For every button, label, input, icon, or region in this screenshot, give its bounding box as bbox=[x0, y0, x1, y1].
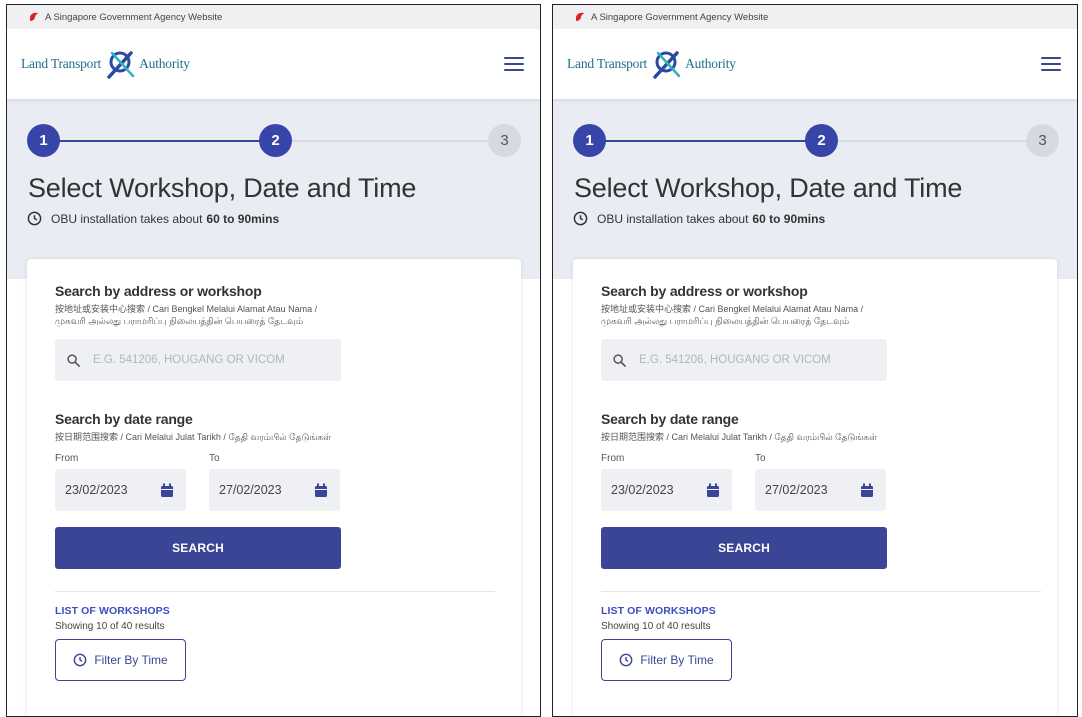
duration-note: OBU installation takes about 60 to 90min… bbox=[573, 211, 1077, 226]
clock-icon bbox=[573, 211, 588, 226]
clock-icon bbox=[619, 653, 633, 667]
step-connector-pending bbox=[275, 140, 505, 142]
address-search-subtitle: 按地址或安装中心搜索 / Cari Bengkel Melalui Alamat… bbox=[601, 304, 864, 326]
gov-banner-text: A Singapore Government Agency Website bbox=[591, 11, 769, 23]
date-row: 23/02/2023 27/02/2023 bbox=[55, 469, 493, 511]
from-date-value: 23/02/2023 bbox=[65, 483, 128, 497]
search-icon bbox=[613, 353, 626, 367]
date-labels: From To bbox=[55, 453, 493, 464]
to-label: To bbox=[755, 453, 766, 464]
lta-logo[interactable]: Land Transport Authority bbox=[21, 49, 190, 79]
to-date-value: 27/02/2023 bbox=[765, 483, 828, 497]
logo-text-left: Land Transport bbox=[21, 56, 102, 71]
lta-ribbon-icon bbox=[107, 51, 135, 79]
step-connector-complete bbox=[589, 140, 821, 142]
step-connector-complete bbox=[43, 140, 275, 142]
from-date-value: 23/02/2023 bbox=[611, 483, 674, 497]
site-header: Land Transport Authority bbox=[553, 29, 1077, 99]
lta-ribbon-icon bbox=[653, 51, 681, 79]
gov-banner: A Singapore Government Agency Website bbox=[7, 5, 540, 29]
hamburger-menu-icon[interactable] bbox=[504, 55, 524, 73]
duration-prefix: OBU installation takes about bbox=[51, 211, 203, 226]
date-search-subtitle: 按日期范围搜索 / Cari Melalui Julat Tarikh / தே… bbox=[55, 432, 332, 442]
logo-text-left: Land Transport bbox=[567, 56, 648, 71]
divider bbox=[55, 591, 495, 592]
duration-value: 60 to 90mins bbox=[206, 211, 280, 226]
divider bbox=[601, 591, 1041, 592]
search-icon bbox=[67, 353, 80, 367]
date-range-section: Search by date range 按日期范围搜索 / Cari Mela… bbox=[601, 411, 1029, 511]
from-label: From bbox=[601, 453, 625, 464]
clock-icon bbox=[73, 653, 87, 667]
to-date-field[interactable]: 27/02/2023 bbox=[755, 469, 886, 511]
from-date-field[interactable]: 23/02/2023 bbox=[601, 469, 732, 511]
calendar-icon bbox=[707, 483, 719, 497]
address-search-box[interactable] bbox=[601, 339, 887, 381]
gov-banner-text: A Singapore Government Agency Website bbox=[45, 11, 223, 23]
address-search-title: Search by address or workshop bbox=[55, 283, 262, 299]
hero-section: 1 2 3 Select Workshop, Date and Time OBU… bbox=[7, 99, 540, 279]
search-button[interactable]: SEARCH bbox=[55, 527, 341, 569]
search-card: Search by address or workshop 按地址或安装中心搜索… bbox=[573, 259, 1057, 716]
step-1: 1 bbox=[27, 124, 60, 157]
progress-stepper: 1 2 3 bbox=[573, 121, 1059, 161]
phone-screen-left: A Singapore Government Agency Website La… bbox=[6, 4, 541, 717]
lion-head-icon bbox=[575, 12, 585, 22]
date-search-title: Search by date range bbox=[55, 411, 193, 427]
search-button[interactable]: SEARCH bbox=[601, 527, 887, 569]
filter-by-time-button[interactable]: Filter By Time bbox=[601, 639, 732, 681]
calendar-icon bbox=[161, 483, 173, 497]
results-count: Showing 10 of 40 results bbox=[601, 621, 711, 632]
filter-by-time-label: Filter By Time bbox=[640, 653, 714, 667]
lion-head-icon bbox=[29, 12, 39, 22]
calendar-icon bbox=[315, 483, 327, 497]
date-search-subtitle: 按日期范围搜索 / Cari Melalui Julat Tarikh / தே… bbox=[601, 432, 878, 442]
date-range-section: Search by date range 按日期范围搜索 / Cari Mela… bbox=[55, 411, 493, 511]
site-header: Land Transport Authority bbox=[7, 29, 540, 99]
calendar-icon bbox=[861, 483, 873, 497]
from-date-field[interactable]: 23/02/2023 bbox=[55, 469, 186, 511]
to-label: To bbox=[209, 453, 220, 464]
logo-text-right: Authority bbox=[685, 56, 736, 71]
lta-logo[interactable]: Land Transport Authority bbox=[567, 49, 736, 79]
step-3: 3 bbox=[488, 124, 521, 157]
from-label: From bbox=[55, 453, 79, 464]
step-2: 2 bbox=[805, 124, 838, 157]
address-search-input[interactable] bbox=[639, 354, 859, 366]
hamburger-menu-icon[interactable] bbox=[1041, 55, 1061, 73]
step-2: 2 bbox=[259, 124, 292, 157]
duration-value: 60 to 90mins bbox=[752, 211, 826, 226]
clock-icon bbox=[27, 211, 42, 226]
duration-note: OBU installation takes about 60 to 90min… bbox=[27, 211, 540, 226]
workshops-list-title: LIST OF WORKSHOPS bbox=[55, 605, 170, 617]
step-1: 1 bbox=[573, 124, 606, 157]
hero-section: 1 2 3 Select Workshop, Date and Time OBU… bbox=[553, 99, 1077, 279]
phone-screen-right: A Singapore Government Agency Website La… bbox=[552, 4, 1078, 717]
date-labels: From To bbox=[601, 453, 1029, 464]
page-title: Select Workshop, Date and Time bbox=[574, 173, 963, 203]
address-search-box[interactable] bbox=[55, 339, 341, 381]
address-search-title: Search by address or workshop bbox=[601, 283, 808, 299]
filter-by-time-label: Filter By Time bbox=[94, 653, 168, 667]
progress-stepper: 1 2 3 bbox=[27, 121, 521, 161]
page-title: Select Workshop, Date and Time bbox=[28, 173, 417, 203]
filter-by-time-button[interactable]: Filter By Time bbox=[55, 639, 186, 681]
gov-banner: A Singapore Government Agency Website bbox=[553, 5, 1077, 29]
screenshot-stage: A Singapore Government Agency Website La… bbox=[0, 0, 1082, 717]
workshops-list-title: LIST OF WORKSHOPS bbox=[601, 605, 716, 617]
logo-text-right: Authority bbox=[139, 56, 190, 71]
search-card: Search by address or workshop 按地址或安装中心搜索… bbox=[27, 259, 521, 716]
step-connector-pending bbox=[821, 140, 1043, 142]
address-search-input[interactable] bbox=[93, 354, 313, 366]
duration-prefix: OBU installation takes about bbox=[597, 211, 749, 226]
address-search-subtitle: 按地址或安装中心搜索 / Cari Bengkel Melalui Alamat… bbox=[55, 304, 318, 326]
to-date-value: 27/02/2023 bbox=[219, 483, 282, 497]
date-search-title: Search by date range bbox=[601, 411, 739, 427]
results-count: Showing 10 of 40 results bbox=[55, 621, 165, 632]
step-3: 3 bbox=[1026, 124, 1059, 157]
date-row: 23/02/2023 27/02/2023 bbox=[601, 469, 1029, 511]
to-date-field[interactable]: 27/02/2023 bbox=[209, 469, 340, 511]
